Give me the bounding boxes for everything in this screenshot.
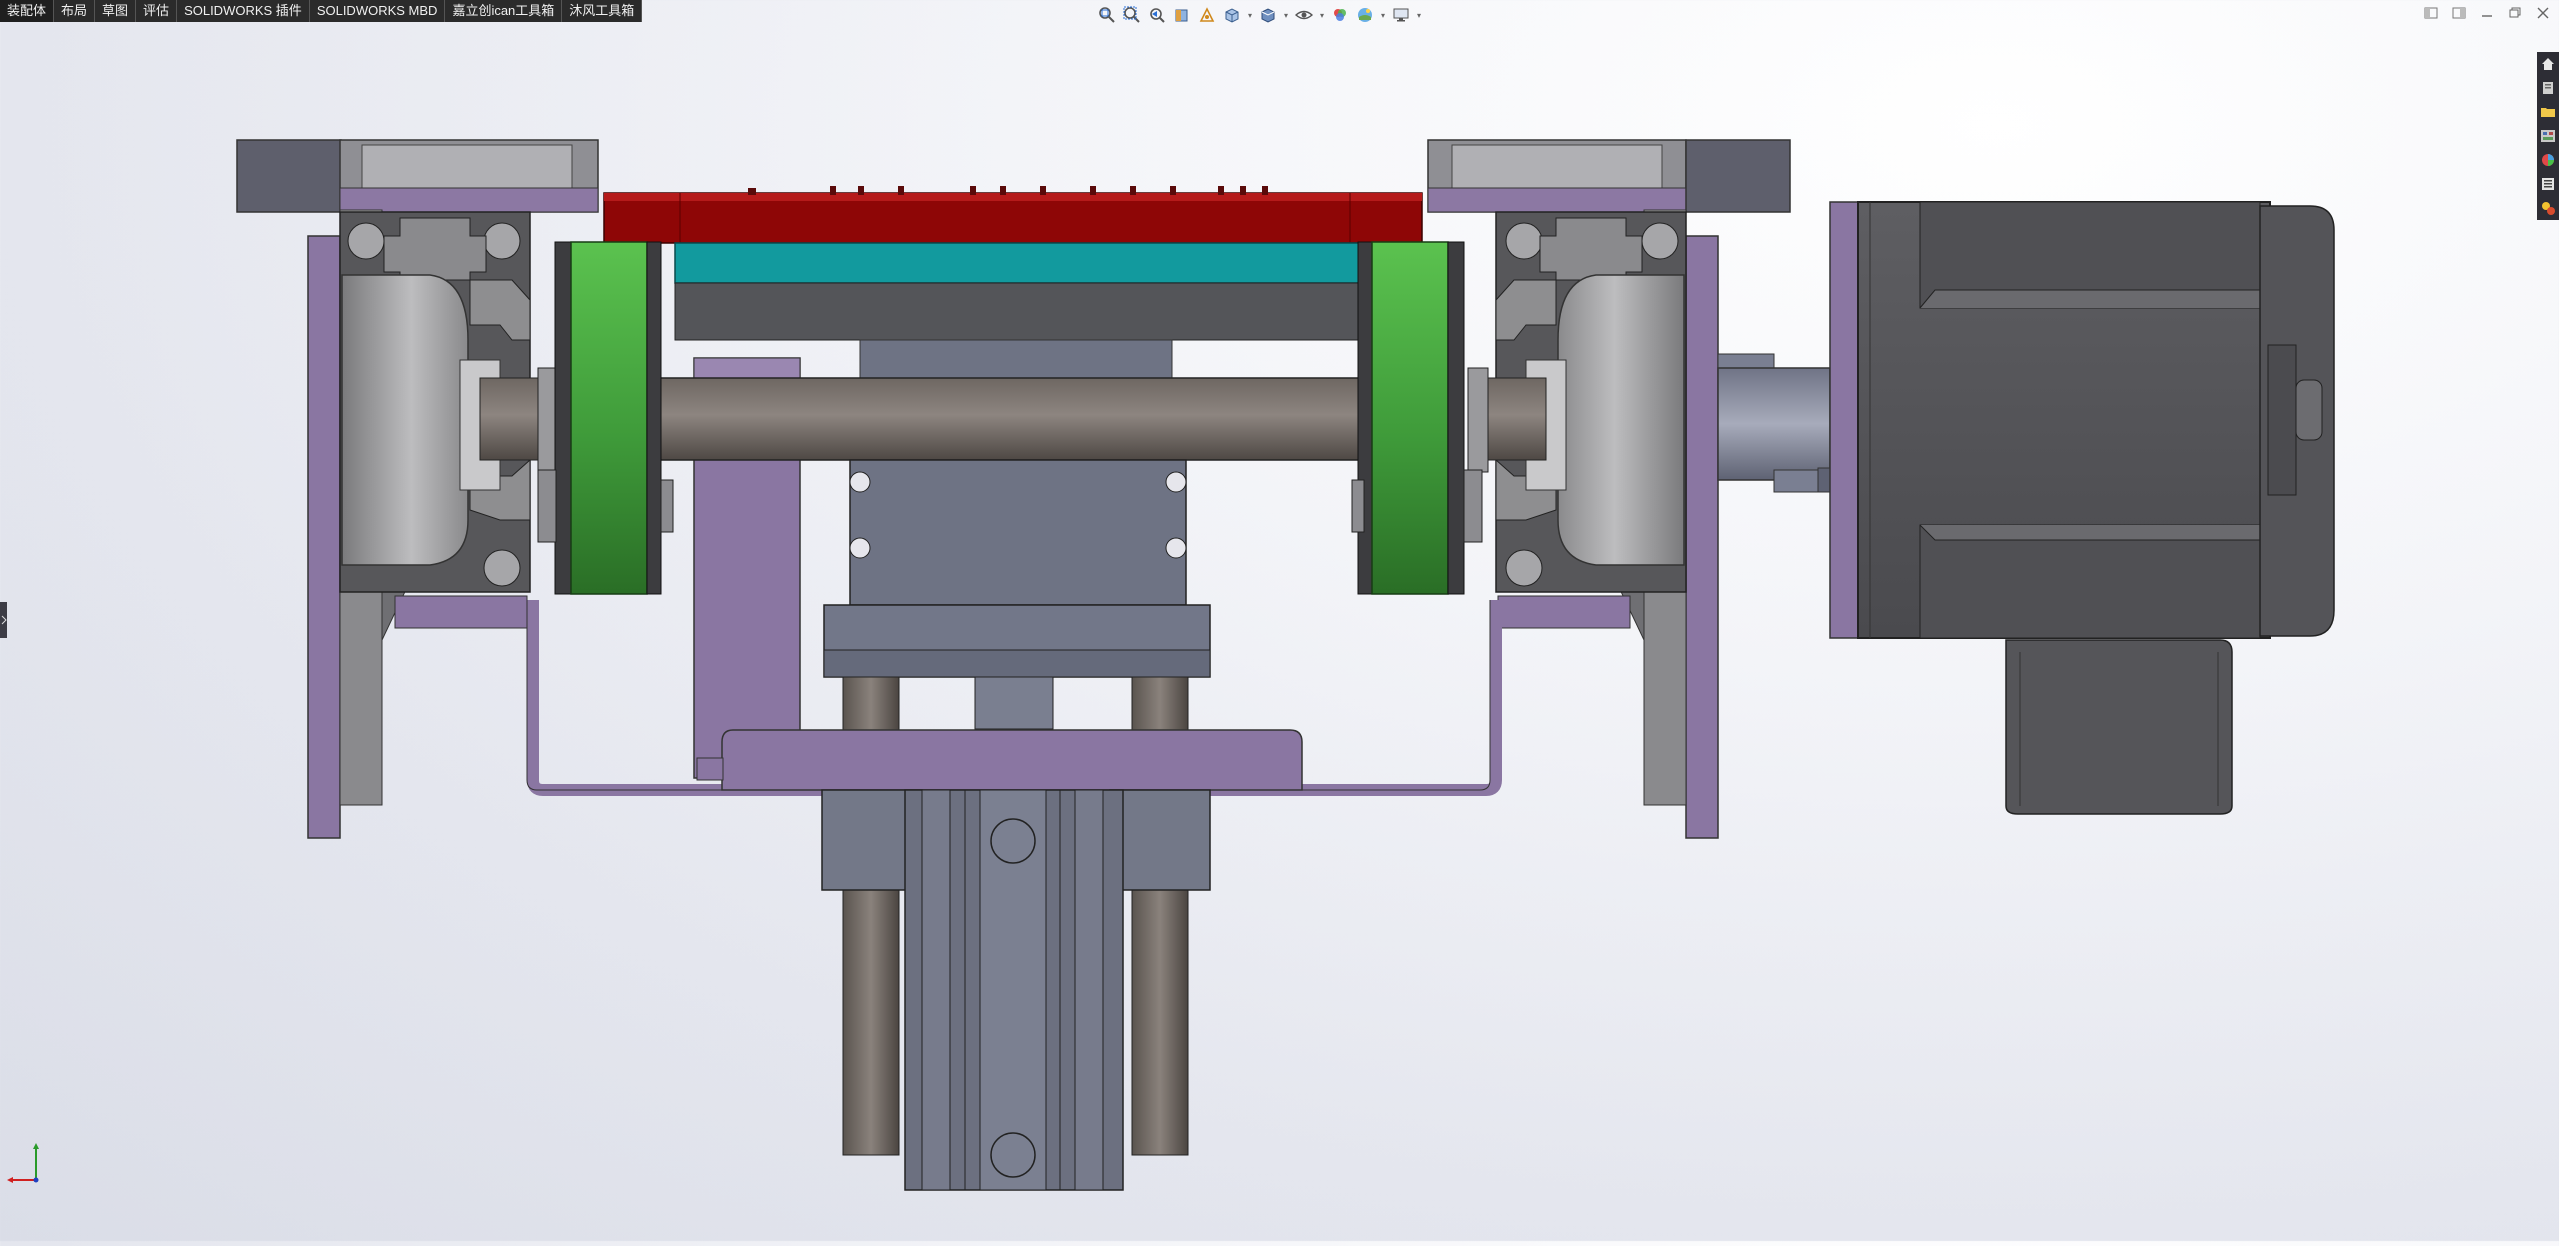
red-conveyor-plate [603, 186, 1423, 244]
tab-4[interactable]: SOLIDWORKS 插件 [177, 0, 310, 22]
appearances-icon[interactable] [2539, 150, 2557, 170]
tab-0[interactable]: 装配体 [0, 0, 55, 22]
graphics-area[interactable] [0, 22, 2530, 1241]
view-palette-icon[interactable] [2539, 126, 2557, 146]
tab-1[interactable]: 布局 [54, 0, 96, 22]
green-roller-left [537, 241, 674, 595]
restore-icon[interactable] [2503, 2, 2527, 24]
drive-motor [1829, 201, 2335, 815]
window-controls [2419, 2, 2555, 24]
close-icon[interactable] [2531, 2, 2555, 24]
center-shaft-stub [974, 676, 1054, 730]
top-rail-right [1427, 139, 1791, 213]
green-roller-right [1351, 241, 1483, 595]
tab-5[interactable]: SOLIDWORKS MBD [310, 0, 446, 22]
tile-left-icon[interactable] [2419, 2, 2443, 24]
tab-2[interactable]: 草图 [95, 0, 137, 22]
reference-triad [4, 1140, 50, 1186]
solidworks-resources-icon[interactable] [2539, 198, 2557, 218]
assembly-model [236, 139, 2335, 1191]
guide-block [823, 459, 1211, 678]
motor-coupler [1717, 353, 1833, 493]
top-rail-left [236, 139, 599, 213]
tab-3[interactable]: 评估 [136, 0, 178, 22]
task-pane-tabs [2537, 52, 2559, 220]
tab-7[interactable]: 沐风工具箱 [562, 0, 643, 22]
command-manager-tabs: 装配体 布局 草图 评估 SOLIDWORKS 插件 SOLIDWORKS MBD 嘉立创i… [0, 0, 643, 22]
tab-6[interactable]: 嘉立创ican工具箱 [445, 0, 563, 22]
minimize-icon[interactable] [2475, 2, 2499, 24]
home-icon[interactable] [2539, 54, 2557, 74]
tile-right-icon[interactable] [2447, 2, 2471, 24]
file-explorer-icon[interactable] [2539, 102, 2557, 122]
custom-properties-icon[interactable] [2539, 174, 2557, 194]
design-library-icon[interactable] [2539, 78, 2557, 98]
